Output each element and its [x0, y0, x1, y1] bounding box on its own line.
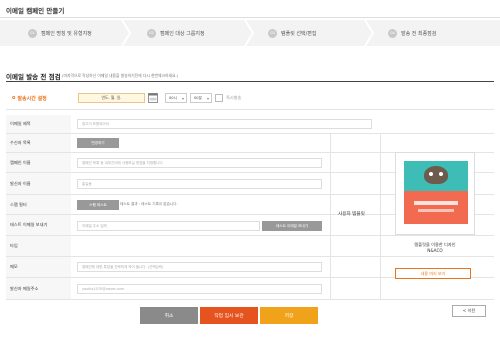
bullet-icon: o: [12, 95, 16, 101]
row-label: 수신자 목록: [10, 140, 31, 145]
preview-eye: [429, 172, 433, 176]
spam-test-button[interactable]: 스팸 테스트: [77, 200, 119, 210]
template-column-divider: [330, 133, 331, 300]
hour-select[interactable]: 00시: [165, 93, 187, 103]
row-label: 발신자 메일주소: [10, 285, 39, 291]
row-label: 테스트 이메일 보내기: [10, 222, 48, 227]
preview-content-button[interactable]: 내용 미리 보기: [395, 268, 471, 279]
sender-email-input[interactable]: yoshio1070@naver.com: [77, 284, 322, 294]
step-4: 04 발송 전 최종점검: [388, 20, 436, 46]
chevron-right-icon: [364, 20, 375, 46]
row-label: 발신자 이름: [10, 180, 31, 186]
template-label: 사용자 템플릿: [338, 212, 365, 217]
memo-input[interactable]: 캠페인에 대한 특징을 간략하게 적어 둡니다. (선택입력): [77, 262, 322, 272]
step-label: 캠페인 대상 그룹지정: [160, 30, 205, 37]
send-time-label: o 발송시간 설정: [12, 86, 47, 110]
template-column-divider: [380, 133, 381, 300]
campaign-name-input[interactable]: 캠페인 목록 등 내부관리에 사용하실 명칭을 지정합니다: [77, 158, 322, 168]
preview-character-image: [424, 166, 448, 184]
test-email-input[interactable]: 이메일 주소 입력: [77, 221, 260, 231]
sender-name-input[interactable]: 홍길동: [77, 179, 322, 189]
chevron-right-icon: [244, 20, 255, 46]
row-label: 캠페인 이름: [10, 159, 31, 165]
step-number: 04: [388, 28, 397, 38]
page-title: 이메일 캠페인 만들기: [6, 7, 65, 15]
step-label: 발송 전 최종점검: [401, 30, 437, 37]
spam-test-result: 테스트 결과 : 테스트 기록이 없습니다.: [120, 202, 178, 206]
step-label: 템플릿 선택/편집: [281, 30, 317, 37]
step-2: 02 캠페인 대상 그룹지정: [147, 20, 205, 46]
section-subtitle: (마지막으로 작성하신 이메일 내용을 발송하기전에 다시 한번체크하세요.): [62, 73, 179, 78]
date-input[interactable]: 연도. 월. 일.: [78, 93, 145, 103]
preview-text-band: [414, 201, 458, 205]
template-preview[interactable]: [395, 152, 475, 235]
step-number: 03: [268, 28, 277, 38]
step-label: 캠페인 명칭 및 유형지정: [41, 30, 92, 37]
step-3: 03 템플릿 선택/편집: [268, 20, 316, 46]
send-test-email-button[interactable]: 테스트 이메일 보내기: [262, 221, 322, 231]
row-label: 메모: [10, 264, 18, 269]
preview-text-band: [418, 209, 454, 212]
minute-select[interactable]: 00분: [190, 93, 212, 103]
form-top-border: [6, 81, 494, 82]
save-button[interactable]: 저장: [260, 307, 318, 324]
step-number: 01: [28, 28, 37, 38]
calendar-icon[interactable]: [148, 92, 158, 103]
immediate-send-label: 즉시발송: [226, 95, 242, 100]
change-recipients-button[interactable]: 변경하기: [77, 138, 119, 148]
preview-body: [404, 191, 468, 224]
section-title: 이메일 발송 전 점검: [6, 73, 61, 81]
prev-button[interactable]: < 이전: [452, 305, 486, 317]
step-progress-bar: 01 캠페인 명칭 및 유형지정 02 캠페인 대상 그룹지정 03 템플릿 선…: [0, 20, 500, 46]
row-label: 타입: [10, 243, 18, 248]
row-label: 이메일 제목: [10, 121, 31, 126]
chevron-right-icon: [121, 20, 132, 46]
step-1: 01 캠페인 명칭 및 유형지정: [28, 20, 92, 46]
save-temp-button[interactable]: 작업 임시 보관: [200, 307, 258, 324]
step-number: 02: [147, 28, 156, 38]
send-time-label-text: 발송시간 설정: [17, 95, 47, 102]
immediate-send-checkbox[interactable]: [215, 94, 223, 102]
title-divider: [0, 17, 500, 18]
subject-input[interactable]: 광고이 포함되어야: [77, 119, 372, 129]
row-label: 스팸 필터: [10, 201, 27, 207]
cancel-button[interactable]: 취소: [140, 307, 198, 324]
preview-eye: [439, 172, 443, 176]
template-caption-line: N&ACO: [427, 248, 443, 253]
template-caption: 템플릿을 이용한 디자인 N&ACO: [395, 242, 475, 254]
